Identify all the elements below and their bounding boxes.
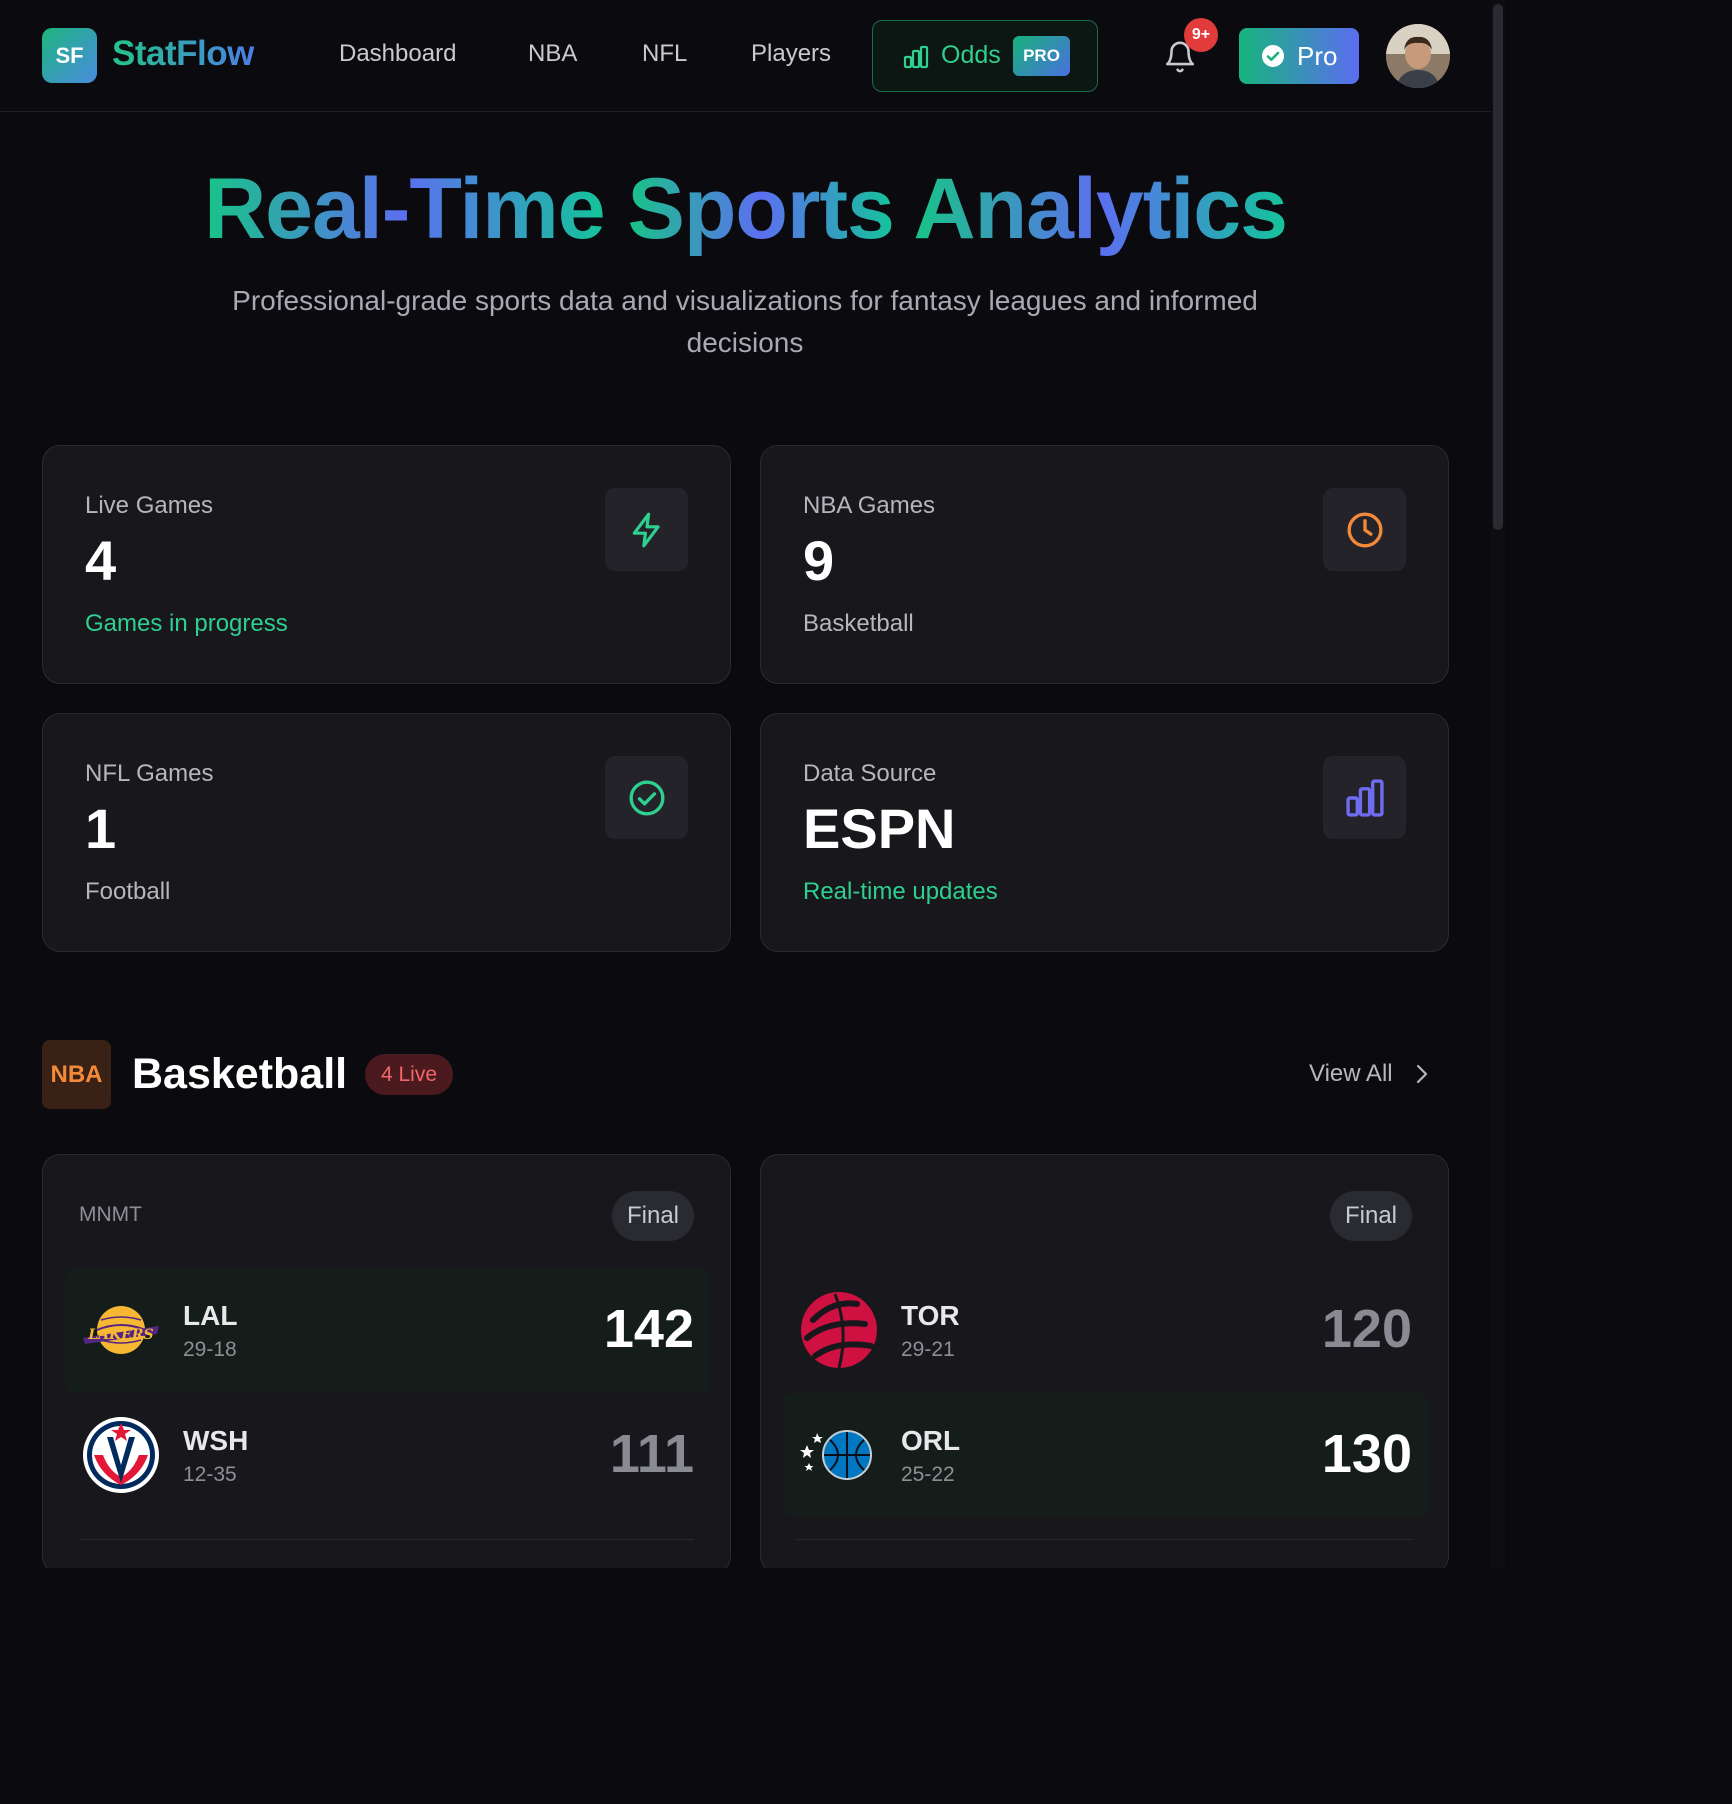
- stat-value: 4: [85, 529, 117, 592]
- hero-title-word-1: Real-Time: [204, 161, 605, 257]
- live-count-pill: 4 Live: [365, 1054, 453, 1095]
- game-card[interactable]: Final TOR 29-21 120 ORL 25-22 130: [760, 1154, 1449, 1568]
- pro-button[interactable]: Pro: [1239, 28, 1359, 84]
- game-status: Final: [612, 1191, 694, 1241]
- page: SF StatFlow Dashboard NBA NFL Players Od…: [0, 0, 1505, 1568]
- game-league: MNMT: [79, 1203, 142, 1226]
- stat-value: ESPN: [803, 797, 956, 860]
- team-abbr: TOR: [901, 1300, 960, 1331]
- magic-logo: [799, 1415, 879, 1495]
- odds-label: Odds: [941, 41, 1001, 69]
- nav-dashboard[interactable]: Dashboard: [339, 40, 456, 68]
- team-row[interactable]: LAKERS LAL 29-18 142: [65, 1268, 710, 1392]
- stat-label: NFL Games: [85, 760, 214, 787]
- hero-title-word-2: Sports: [627, 161, 894, 257]
- check-circle-icon: [605, 756, 688, 839]
- raptors-logo: [799, 1290, 879, 1370]
- team-record: 29-21: [901, 1338, 955, 1361]
- bar-chart-icon: [903, 45, 929, 74]
- clock-icon: [1323, 488, 1406, 571]
- stat-card-nfl-games: NFL Games 1 Football: [42, 713, 731, 952]
- stat-value: 9: [803, 529, 835, 592]
- divider: [797, 1539, 1412, 1540]
- check-circle-icon: [1261, 44, 1285, 73]
- hero-subtitle: Professional-grade sports data and visua…: [232, 285, 1258, 358]
- team-row[interactable]: TOR 29-21 120: [783, 1268, 1428, 1392]
- bar-chart-icon: [1323, 756, 1406, 839]
- divider: [79, 1539, 694, 1540]
- nav-nba[interactable]: NBA: [528, 40, 577, 68]
- pro-button-label: Pro: [1297, 41, 1338, 71]
- team-record: 25-22: [901, 1463, 955, 1486]
- stat-card-data-source: Data Source ESPN Real-time updates: [760, 713, 1449, 952]
- team-abbr: WSH: [183, 1425, 249, 1456]
- svg-text:LAKERS: LAKERS: [87, 1327, 153, 1343]
- section-title: Basketball: [132, 1050, 348, 1098]
- team-score: 142: [603, 1299, 694, 1359]
- team-abbr: ORL: [901, 1425, 961, 1456]
- stat-value: 1: [85, 797, 117, 860]
- stat-card-nba-games: NBA Games 9 Basketball: [760, 445, 1449, 684]
- wizards-logo: [81, 1415, 161, 1495]
- team-score: 130: [1321, 1424, 1412, 1484]
- stat-subtext: Real-time updates: [803, 878, 998, 905]
- stat-card-live-games: Live Games 4 Games in progress: [42, 445, 731, 684]
- stat-subtext: Basketball: [803, 610, 914, 637]
- stat-label: NBA Games: [803, 492, 936, 519]
- team-row[interactable]: ORL 25-22 130: [783, 1393, 1428, 1517]
- team-abbr: LAL: [183, 1300, 238, 1331]
- team-score: 111: [609, 1424, 694, 1484]
- team-score: 120: [1321, 1299, 1412, 1359]
- nav-players[interactable]: Players: [751, 40, 831, 68]
- scrollbar[interactable]: [1491, 0, 1505, 1568]
- pro-badge: PRO: [1013, 36, 1070, 76]
- avatar[interactable]: [1386, 24, 1450, 88]
- team-row[interactable]: WSH 12-35 111: [65, 1393, 710, 1517]
- game-card[interactable]: MNMT Final LAKERS LAL 29-18 142 WSH 12-3…: [42, 1154, 731, 1568]
- app-name[interactable]: StatFlow: [112, 34, 254, 74]
- top-navbar: SF StatFlow Dashboard NBA NFL Players Od…: [0, 0, 1491, 112]
- nav-nfl[interactable]: NFL: [642, 40, 687, 68]
- league-badge: NBA: [42, 1040, 111, 1109]
- stat-label: Data Source: [803, 760, 937, 787]
- team-record: 29-18: [183, 1338, 237, 1361]
- notification-badge: 9+: [1184, 18, 1218, 52]
- game-status: Final: [1330, 1191, 1412, 1241]
- odds-button[interactable]: Odds PRO: [872, 20, 1098, 92]
- stat-subtext: Football: [85, 878, 171, 905]
- stat-subtext: Games in progress: [85, 610, 288, 637]
- hero-title-word-3: Analytics: [913, 161, 1288, 257]
- stat-label: Live Games: [85, 492, 214, 519]
- lakers-logo: LAKERS: [81, 1290, 161, 1370]
- scrollbar-thumb[interactable]: [1493, 4, 1503, 530]
- hero-title: Real-Time Sports Analytics: [0, 160, 1491, 259]
- chevron-right-icon[interactable]: [1412, 1063, 1432, 1090]
- team-record: 12-35: [183, 1463, 237, 1486]
- bolt-icon: [605, 488, 688, 571]
- view-all-link[interactable]: View All: [1309, 1060, 1393, 1088]
- logo-badge[interactable]: SF: [42, 28, 97, 83]
